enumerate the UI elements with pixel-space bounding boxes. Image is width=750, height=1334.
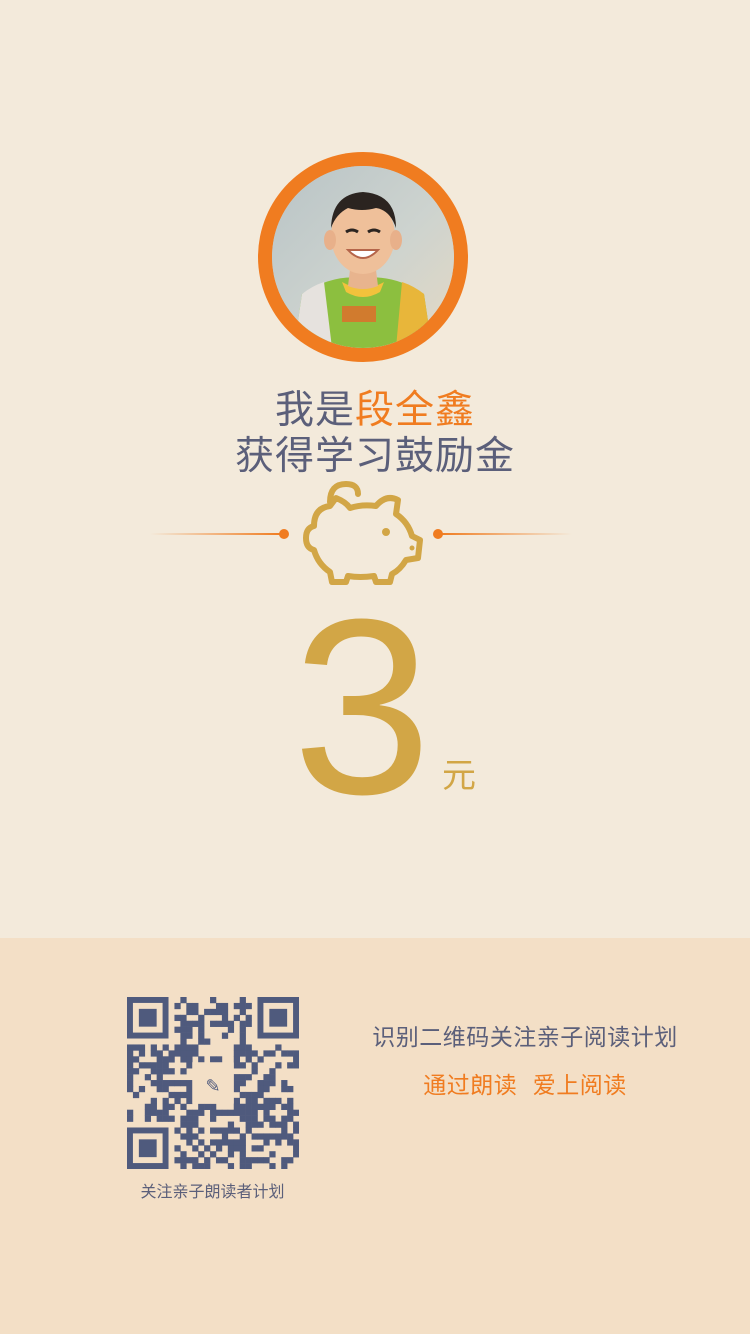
- qr-code[interactable]: ✎: [127, 997, 299, 1169]
- currency-unit: 元: [442, 756, 476, 796]
- award-subtitle: 获得学习鼓励金: [234, 434, 515, 479]
- decorative-line-left: [150, 529, 289, 539]
- slogan: 通过朗读 爱上阅读: [423, 1073, 627, 1099]
- avatar: [272, 166, 454, 348]
- svg-text:✎: ✎: [205, 1076, 220, 1097]
- follow-instruction: 识别二维码关注亲子阅读计划: [372, 1025, 678, 1051]
- certificate-area: 我是段全鑫 获得学习鼓励金 3 元: [0, 0, 750, 938]
- decorative-line-right: [433, 529, 572, 539]
- reward-amount: 3: [292, 567, 432, 846]
- qr-caption: 关注亲子朗读者计划: [140, 1182, 285, 1201]
- footer-area: [0, 938, 750, 1334]
- intro-text: 我是: [274, 388, 355, 433]
- recipient-name: 段全鑫: [355, 388, 476, 433]
- avatar-ring: [258, 152, 468, 362]
- intro-line: 我是段全鑫: [0, 388, 750, 434]
